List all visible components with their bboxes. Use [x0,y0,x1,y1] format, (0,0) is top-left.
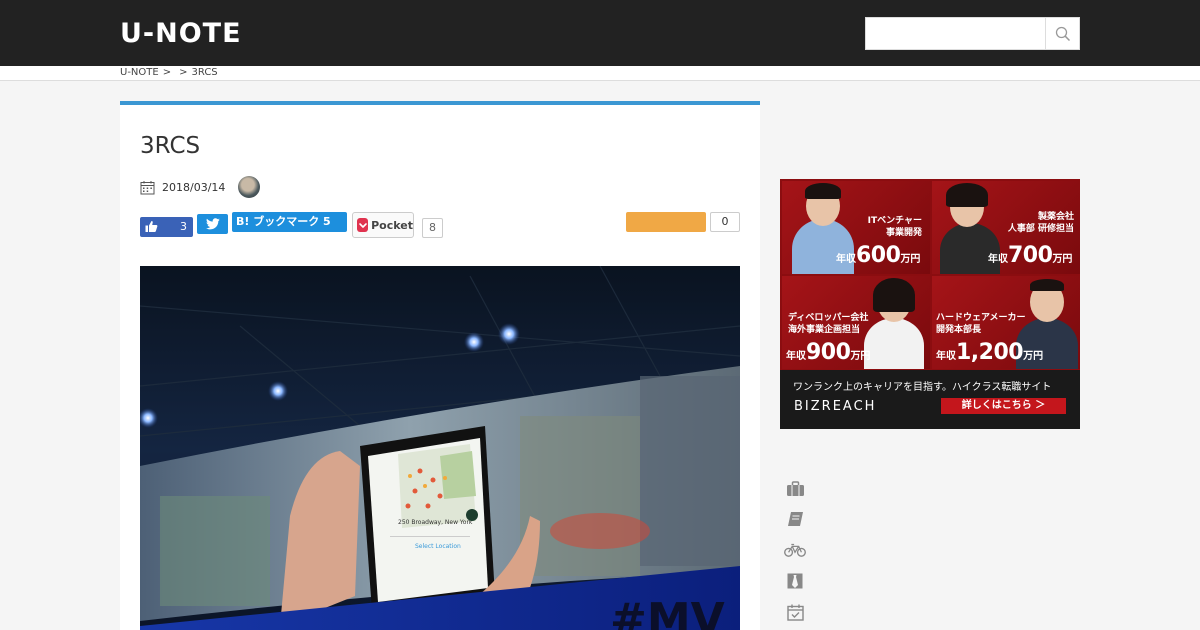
calendar-check-icon[interactable] [784,602,806,622]
ad-tagline: ワンランク上のキャリアを目指す。ハイクラス転職サイト [793,382,1052,393]
job-ad-banner[interactable]: ITベンチャー 事業開発 年収600万円 製薬会社 人事部 研修担当 年収700万円… [780,179,1080,429]
search-input[interactable] [866,18,1046,49]
ad-salary: 年収600万円 [836,243,921,268]
ad-salary: 年収1,200万円 [936,340,1044,365]
ad-salary: 年収900万円 [786,340,871,365]
search-box [865,17,1080,50]
ad-job-label: 製薬会社 人事部 研修担当 [1007,212,1074,234]
svg-text:#MV: #MV [610,594,725,630]
breadcrumb: U-NOTE > >3RCS [120,66,222,80]
svg-text:250 Broadway, New York: 250 Broadway, New York [398,519,473,526]
orange-share-button[interactable] [626,212,706,232]
search-button[interactable] [1045,18,1079,49]
ad-job-label: ITベンチャー 事業開発 [867,216,922,238]
article-card: 3RCS 2018/03/14 3 B! ブックマーク 5 Pocket 8 0… [120,101,760,630]
ad-person-hair [946,183,988,207]
ad-cell: 製薬会社 人事部 研修担当 年収700万円 [932,181,1080,274]
breadcrumb-current: 3RCS [191,67,218,78]
ad-job-label: ハードウェアメーカー 開発本部長 [936,313,1026,335]
search-icon [1055,26,1070,41]
twitter-bird-icon [205,218,220,230]
calendar-icon [140,180,155,194]
ad-job-label: ディベロッパー会社 海外事業企画担当 [788,313,869,335]
author-avatar[interactable] [238,176,261,198]
article-meta: 2018/03/14 [140,176,261,198]
ad-cell: ハードウェアメーカー 開発本部長 年収1,200万円 [932,276,1080,369]
thumbs-up-icon [145,221,158,232]
facebook-count: 3 [180,220,187,233]
pocket-button[interactable]: Pocket [352,212,414,238]
share-bar: 3 B! ブックマーク 5 Pocket 8 0 [140,212,740,238]
breadcrumb-home[interactable]: U-NOTE [120,67,159,78]
breadcrumb-separator: > [162,67,172,78]
book-icon[interactable] [784,509,806,529]
hatena-bookmark-button[interactable]: B! ブックマーク 5 [232,212,347,232]
facebook-like-button[interactable]: 3 [140,217,193,237]
pocket-icon [357,218,369,232]
briefcase-icon[interactable] [784,479,806,499]
share-count: 0 [710,212,740,232]
ad-person-hair [873,278,915,312]
ad-cell: ITベンチャー 事業開発 年収600万円 [782,181,930,274]
twitter-share-button[interactable] [197,214,228,234]
breadcrumb-separator: > [179,67,188,78]
ad-footer: ワンランク上のキャリアを目指す。ハイクラス転職サイト BIZREACH 詳しくは… [780,370,1080,429]
hero-photo: 250 Broadway, New York Select Location #… [140,266,740,630]
pocket-label: Pocket [371,218,413,232]
pocket-count: 8 [422,218,443,238]
bicycle-icon[interactable] [784,540,806,560]
ad-person-hair [1030,279,1064,291]
ad-brand-logo: BIZREACH [794,399,877,414]
ad-person [864,318,924,369]
ad-person-hair [805,183,841,199]
publish-date: 2018/03/14 [162,180,226,194]
necktie-icon[interactable] [784,571,806,591]
article-hero-image: 250 Broadway, New York Select Location #… [140,266,740,630]
page-title: 3RCS [140,133,201,159]
ad-salary: 年収700万円 [988,243,1073,268]
site-logo[interactable]: U-NOTE [120,18,242,50]
breadcrumb-bar: U-NOTE > >3RCS [0,66,1200,81]
svg-text:Select Location: Select Location [415,543,461,550]
ad-cta-button[interactable]: 詳しくはこちら ＞ [941,398,1066,414]
site-header: U-NOTE [0,0,1200,66]
ad-cell: ディベロッパー会社 海外事業企画担当 年収900万円 [782,276,930,369]
